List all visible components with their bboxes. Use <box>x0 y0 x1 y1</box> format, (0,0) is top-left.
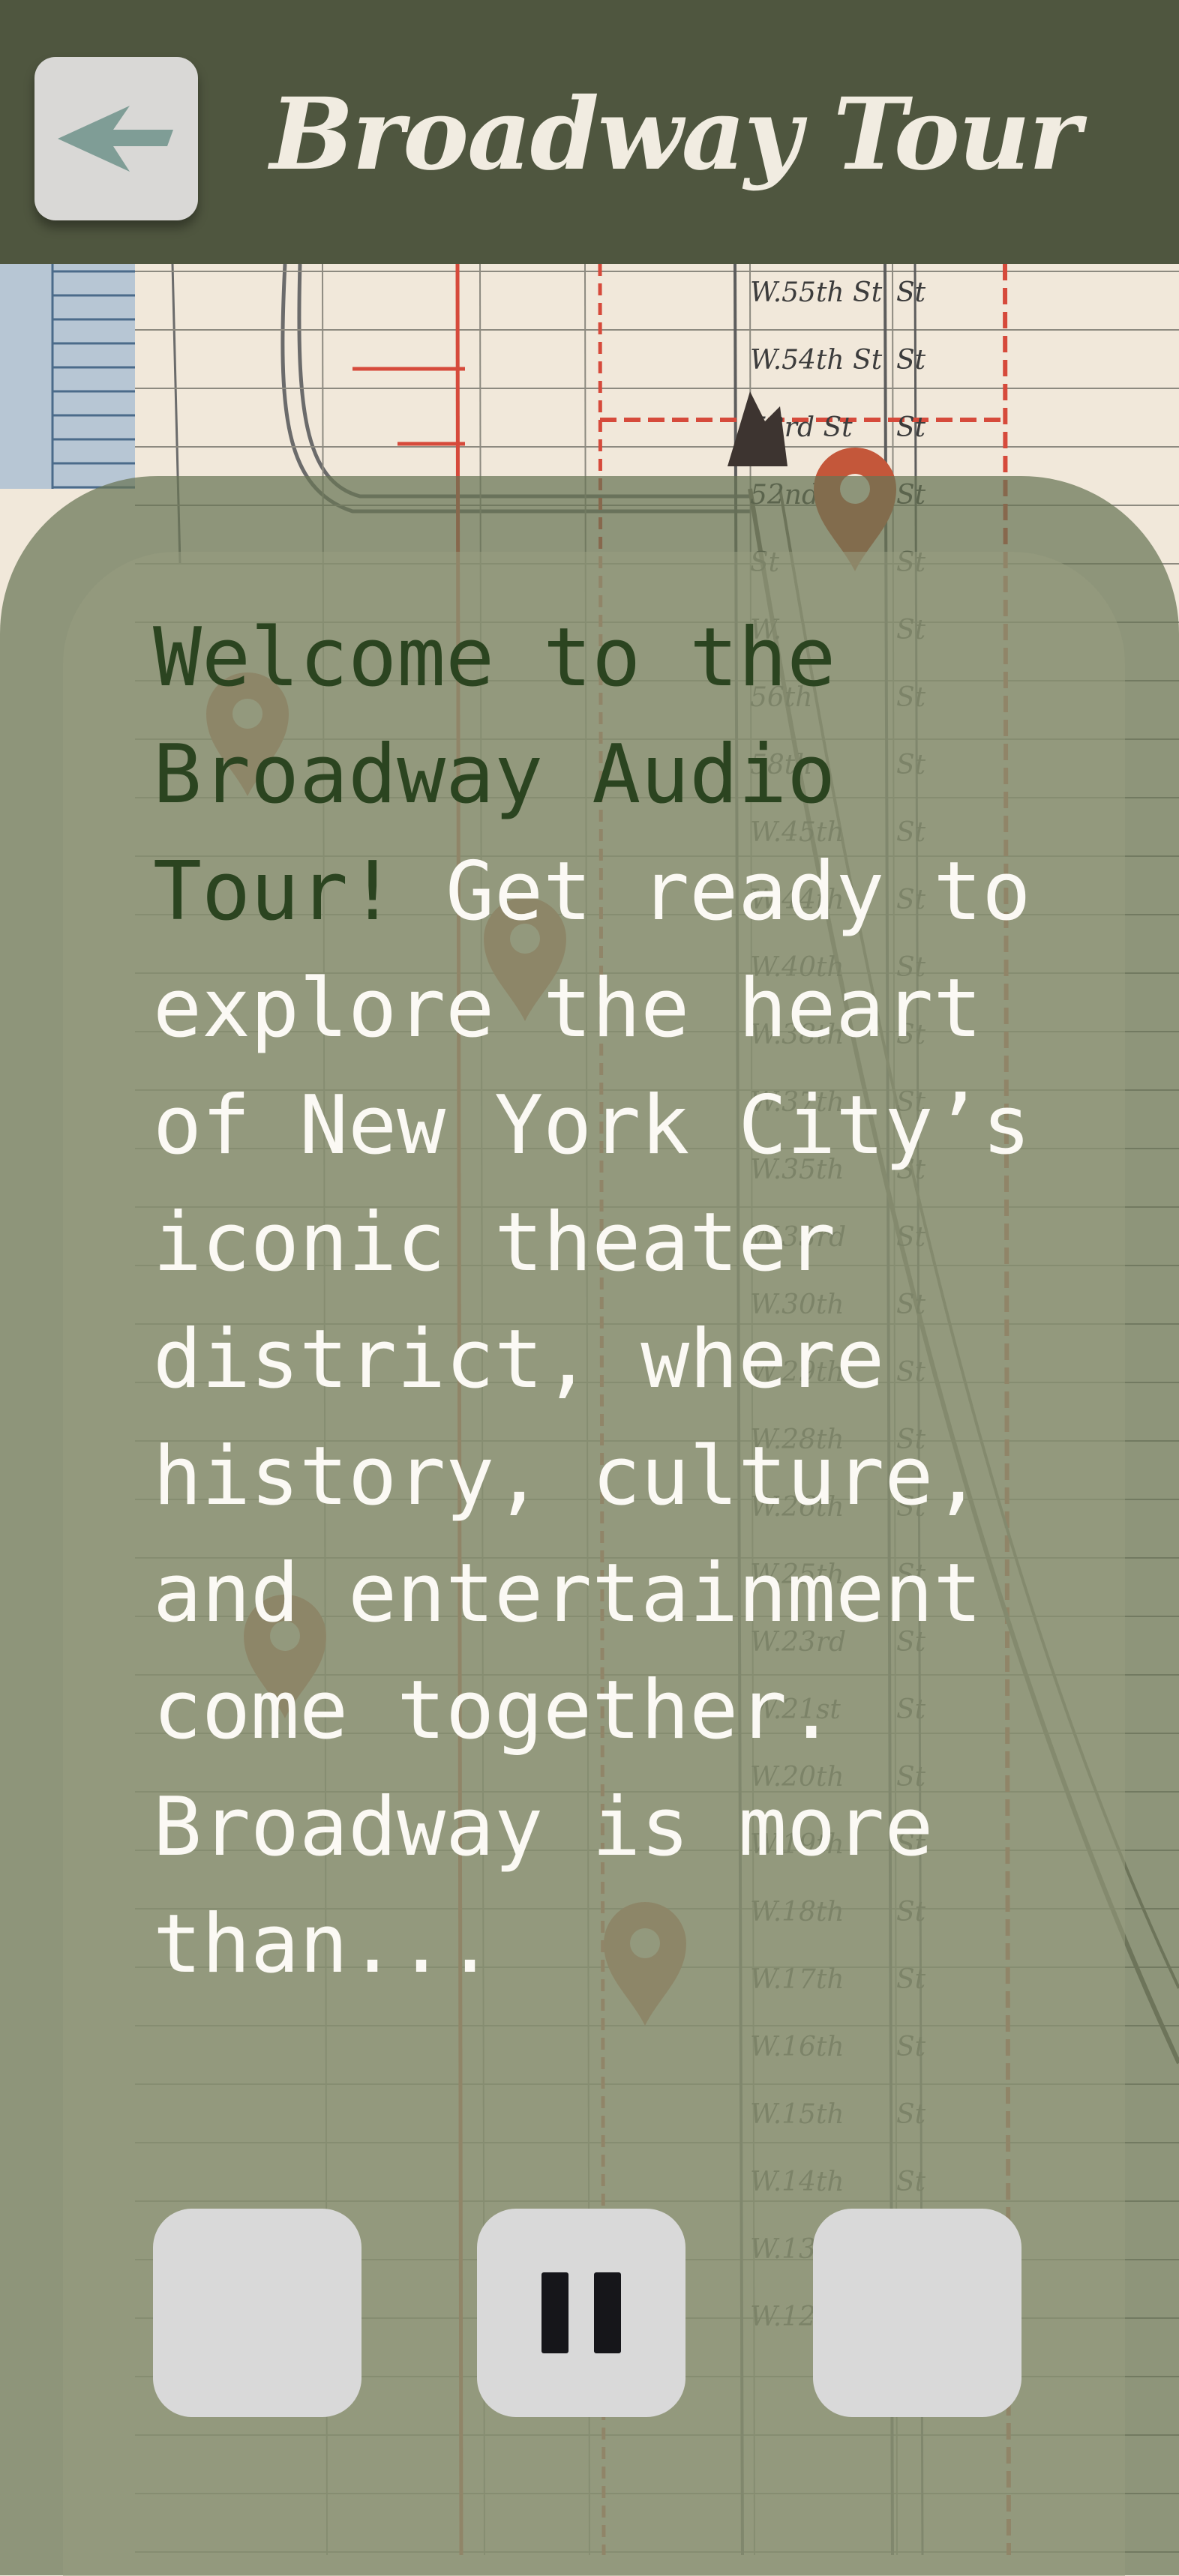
back-button[interactable] <box>34 57 198 220</box>
map-street-label: St <box>896 412 926 443</box>
map-street-label: W.55th St <box>750 277 883 308</box>
back-arrow-icon <box>58 106 173 172</box>
narration-body: Get ready to explore the heart of New Yo… <box>153 845 1031 1991</box>
next-button[interactable] <box>813 2209 1022 2417</box>
app-header: Broadway Tour <box>0 0 1179 264</box>
page-title: Broadway Tour <box>270 76 1081 193</box>
pause-button[interactable] <box>477 2209 686 2417</box>
map-street-label: W.54th St <box>750 345 883 376</box>
map-street-label: St <box>896 345 926 376</box>
narration-text: Welcome to the Broadway Audio Tour! Get … <box>153 600 1113 2003</box>
pause-icon <box>542 2272 621 2353</box>
map-street-label: St <box>896 277 926 308</box>
previous-button[interactable] <box>153 2209 362 2417</box>
